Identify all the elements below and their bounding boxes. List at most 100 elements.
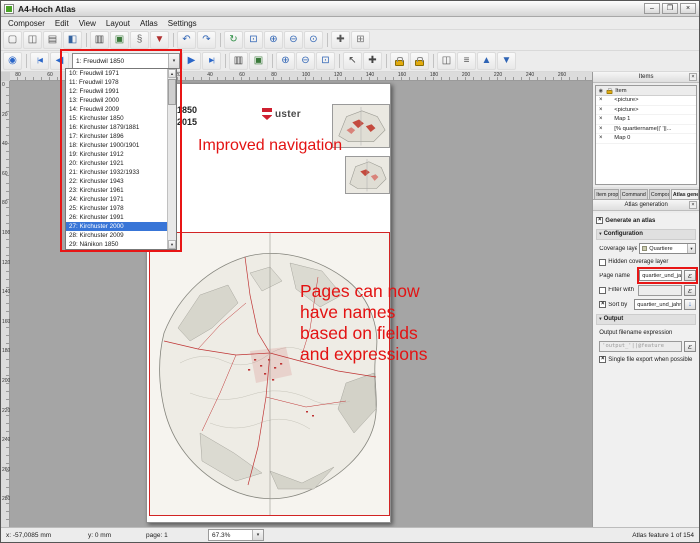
- menu-atlas[interactable]: Atlas: [135, 18, 163, 29]
- atlas-page-option[interactable]: 28: Kirchuster 2009: [66, 231, 176, 240]
- map-zoom-full-button[interactable]: ⊡: [316, 52, 335, 70]
- item-visibility-checkbox[interactable]: ×: [596, 106, 605, 114]
- item-visibility-checkbox[interactable]: ×: [596, 125, 605, 133]
- items-row[interactable]: ×Map 0: [596, 134, 696, 144]
- preview-atlas-button[interactable]: ◉: [3, 52, 22, 70]
- first-feature-button[interactable]: |◀: [30, 52, 49, 70]
- item-visibility-checkbox[interactable]: ×: [596, 96, 605, 104]
- scrollbar-thumb[interactable]: [168, 79, 176, 105]
- filter-with-checkbox[interactable]: [599, 287, 606, 294]
- atlas-page-option[interactable]: 27: Kirchuster 2000: [66, 222, 176, 231]
- zoom-in-button[interactable]: ⊕: [264, 31, 283, 49]
- page-name-expression-button[interactable]: ε: [684, 270, 696, 281]
- atlas-page-option[interactable]: 14: Freudwil 2009: [66, 105, 176, 114]
- new-composition-button[interactable]: ▢: [3, 31, 22, 49]
- atlas-page-option[interactable]: 26: Kirchuster 1991: [66, 213, 176, 222]
- tab-item-properties[interactable]: Item properties: [594, 189, 618, 199]
- export-svg-button[interactable]: §: [130, 31, 149, 49]
- atlas-page-option[interactable]: 24: Kirchuster 1971: [66, 195, 176, 204]
- single-file-checkbox[interactable]: ×: [599, 356, 606, 363]
- lock-items-button[interactable]: [390, 52, 409, 70]
- redo-button[interactable]: ↷: [197, 31, 216, 49]
- menu-composer[interactable]: Composer: [3, 18, 50, 29]
- tab-command-history[interactable]: Command history: [620, 189, 648, 199]
- atlas-page-option[interactable]: 19: Kirchuster 1912: [66, 150, 176, 159]
- move-content-button[interactable]: ✚: [363, 52, 382, 70]
- atlas-page-combo[interactable]: 1: Freudwil 1850 ▾: [72, 53, 180, 69]
- grid-button[interactable]: ⊞: [351, 31, 370, 49]
- items-row[interactable]: ×<picture>: [596, 96, 696, 106]
- map-zoom-out-button[interactable]: ⊖: [296, 52, 315, 70]
- zoom-full-button[interactable]: ⊡: [244, 31, 263, 49]
- last-feature-button[interactable]: ▶|: [202, 52, 221, 70]
- select-move-item-button[interactable]: ↖: [343, 52, 362, 70]
- atlas-page-option[interactable]: 10: Freudwil 1971: [66, 69, 176, 78]
- print-button[interactable]: ▥: [90, 31, 109, 49]
- filter-expression-field[interactable]: [638, 285, 682, 296]
- hidden-coverage-checkbox[interactable]: [599, 259, 606, 266]
- undo-button[interactable]: ↶: [177, 31, 196, 49]
- zoom-out-button[interactable]: ⊖: [284, 31, 303, 49]
- output-filename-field[interactable]: 'output_'||@feature: [599, 341, 682, 352]
- align-items-button[interactable]: ≡: [457, 52, 476, 70]
- map-item[interactable]: [149, 232, 390, 516]
- save-project-button[interactable]: ◧: [63, 31, 82, 49]
- print-atlas-button[interactable]: ▥: [229, 52, 248, 70]
- overview-map-thumbnail-2[interactable]: [345, 156, 390, 194]
- filter-expression-button[interactable]: ε: [684, 285, 696, 296]
- atlas-page-option[interactable]: 18: Kirchuster 1900/1901: [66, 141, 176, 150]
- atlas-page-option[interactable]: 25: Kirchuster 1978: [66, 204, 176, 213]
- lower-items-button[interactable]: ▼: [497, 52, 516, 70]
- export-atlas-button[interactable]: ▣: [249, 52, 268, 70]
- minimize-button[interactable]: –: [644, 3, 660, 14]
- output-filename-expression-button[interactable]: ε: [684, 341, 696, 352]
- atlas-page-option[interactable]: 12: Freudwil 1991: [66, 87, 176, 96]
- atlas-page-option[interactable]: 21: Kirchuster 1932/1933: [66, 168, 176, 177]
- page-name-combo[interactable]: quartier_und_jahr ▾: [639, 270, 682, 281]
- close-icon[interactable]: ×: [689, 73, 697, 81]
- generate-atlas-checkbox[interactable]: ×: [596, 217, 603, 224]
- map-zoom-in-button[interactable]: ⊕: [276, 52, 295, 70]
- raise-items-button[interactable]: ▲: [477, 52, 496, 70]
- items-row[interactable]: ×Map 1: [596, 115, 696, 125]
- group-items-button[interactable]: ◫: [437, 52, 456, 70]
- atlas-page-option[interactable]: 17: Kirchuster 1896: [66, 132, 176, 141]
- atlas-page-option[interactable]: 20: Kirchuster 1921: [66, 159, 176, 168]
- sort-direction-button[interactable]: ↓: [684, 299, 696, 310]
- atlas-page-option[interactable]: 29: Nänikon 1850: [66, 240, 176, 249]
- atlas-page-option[interactable]: 13: Freudwil 2000: [66, 96, 176, 105]
- next-feature-button[interactable]: ▶: [182, 52, 201, 70]
- close-icon[interactable]: ×: [689, 201, 697, 209]
- scroll-down-icon[interactable]: ▾: [168, 240, 176, 249]
- export-image-button[interactable]: ▣: [110, 31, 129, 49]
- item-visibility-checkbox[interactable]: ×: [596, 115, 605, 123]
- tab-composition[interactable]: Composition: [649, 189, 670, 199]
- unlock-items-button[interactable]: [410, 52, 429, 70]
- configuration-group-header[interactable]: ▾ Configuration: [596, 229, 696, 240]
- atlas-page-option[interactable]: 16: Kirchuster 1879/1881: [66, 123, 176, 132]
- items-row[interactable]: ×[% quartiername||' '||...: [596, 125, 696, 135]
- maximize-button[interactable]: ❐: [662, 3, 678, 14]
- menu-edit[interactable]: Edit: [50, 18, 74, 29]
- items-row[interactable]: ×<picture>: [596, 106, 696, 116]
- scroll-up-icon[interactable]: ▴: [168, 69, 176, 78]
- sort-by-checkbox[interactable]: ×: [599, 301, 606, 308]
- coverage-layer-combo[interactable]: Quartiere ▾: [639, 243, 696, 254]
- refresh-view-button[interactable]: ↻: [224, 31, 243, 49]
- duplicate-composition-button[interactable]: ◫: [23, 31, 42, 49]
- zoom-actual-button[interactable]: ⊙: [304, 31, 323, 49]
- composition-manager-button[interactable]: ▤: [43, 31, 62, 49]
- menu-layout[interactable]: Layout: [101, 18, 135, 29]
- item-visibility-checkbox[interactable]: ×: [596, 134, 605, 142]
- sort-by-combo[interactable]: quartier_und_jahr ▾: [634, 299, 682, 310]
- atlas-page-option[interactable]: 22: Kirchuster 1943: [66, 177, 176, 186]
- export-pdf-button[interactable]: ▼: [150, 31, 169, 49]
- output-group-header[interactable]: ▾ Output: [596, 314, 696, 325]
- tab-atlas-generation[interactable]: Atlas generation: [671, 189, 699, 199]
- atlas-page-option[interactable]: 23: Kirchuster 1961: [66, 186, 176, 195]
- atlas-page-option[interactable]: 15: Kirchuster 1850: [66, 114, 176, 123]
- pan-button[interactable]: ✚: [331, 31, 350, 49]
- close-button[interactable]: ×: [680, 3, 696, 14]
- zoom-level-combo[interactable]: 67.3% ▾: [208, 529, 264, 541]
- chevron-down-icon[interactable]: ▾: [168, 54, 179, 68]
